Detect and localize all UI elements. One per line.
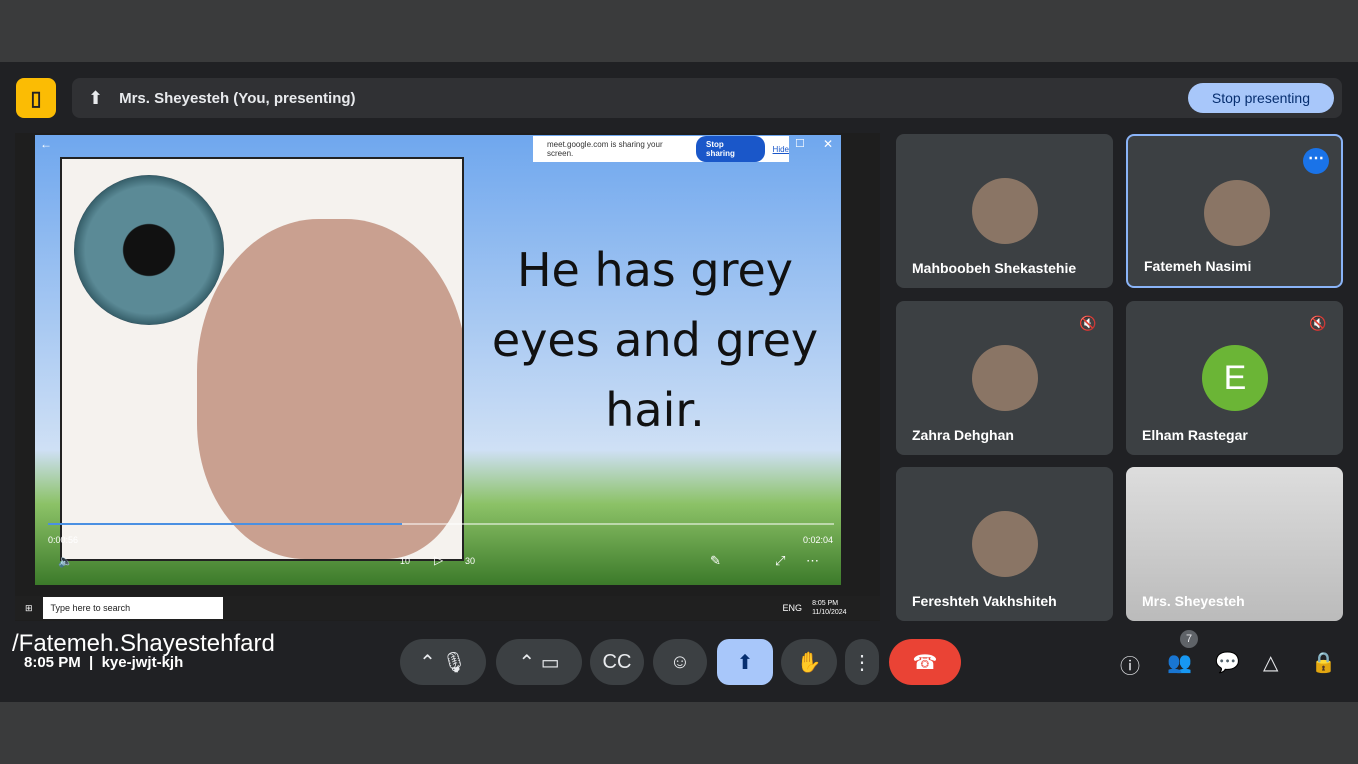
people-count-badge: 7 <box>1180 630 1198 648</box>
raise-hand-button[interactable]: ✋ <box>781 639 837 685</box>
participant-name: Elham Rastegar <box>1142 427 1248 443</box>
avatar: E <box>1202 345 1268 411</box>
leave-call-button[interactable]: ☎ <box>889 639 961 685</box>
captions-button[interactable]: CC <box>590 639 644 685</box>
chat-icon[interactable]: 💬 <box>1215 650 1240 675</box>
clock: 8:05 PM 11/10/2024 <box>812 600 847 616</box>
participant-tile[interactable]: E 🔇 Elham Rastegar <box>1126 301 1343 455</box>
present-screen-icon: ⬆ <box>88 87 104 108</box>
more-options-button[interactable]: ⋮ <box>845 639 879 685</box>
meeting-code: kye-jwjt-kjh <box>101 654 184 671</box>
microphone-button[interactable]: ⌃ 🎙 <box>400 639 486 685</box>
video-seek-bar[interactable] <box>48 523 834 525</box>
slide-illustration <box>60 157 464 561</box>
people-icon[interactable]: 👥 <box>1167 650 1192 675</box>
seek-progress <box>48 523 402 525</box>
camera-button[interactable]: ⌃ ▭ <box>496 639 582 685</box>
old-man-illustration <box>197 219 462 559</box>
taskbar-search[interactable]: Type here to search <box>42 597 223 619</box>
participant-tile[interactable]: Mrs. Sheyesteh <box>1126 467 1343 621</box>
meeting-info: 8:05 PM | kye-jwjt-kjh <box>24 654 184 671</box>
mic-off-icon: 🔇 <box>1079 315 1097 331</box>
close-icon[interactable]: ✕ <box>823 137 833 151</box>
participant-name: Fatemeh Nasimi <box>1144 258 1252 274</box>
stop-sharing-button[interactable]: Stop sharing <box>696 136 765 162</box>
back-arrow-icon[interactable]: ← <box>40 137 52 151</box>
host-controls-icon[interactable]: 🔒 <box>1311 650 1336 675</box>
presenting-bar: ⬆ Mrs. Sheyesteh (You, presenting) Stop … <box>72 78 1342 118</box>
more-options-icon[interactable]: ⋯ <box>1303 148 1329 174</box>
avatar <box>1204 180 1270 246</box>
participant-tile[interactable]: Mahboobeh Shekastehie <box>896 134 1113 288</box>
participant-tile[interactable]: ⋯ Fatemeh Nasimi <box>1126 134 1343 288</box>
slide-text: He has grey eyes and grey hair. <box>491 243 819 437</box>
volume-icon[interactable]: 🔈 <box>58 554 73 568</box>
current-time: 0:00:56 <box>48 535 79 545</box>
participant-name: Zahra Dehghan <box>912 427 1014 443</box>
maximize-icon[interactable]: ☐ <box>795 137 805 150</box>
search-placeholder: Type here to search <box>50 603 131 613</box>
avatar <box>972 511 1038 577</box>
activities-icon[interactable]: △ <box>1263 650 1278 675</box>
share-banner: meet.google.com is sharing your screen. … <box>533 136 789 162</box>
avatar <box>972 178 1038 244</box>
windows-taskbar: ⊞ Type here to search ENG 8:05 PM 11/10/2… <box>15 596 880 620</box>
participant-tile[interactable]: 🔇 Zahra Dehghan <box>896 301 1113 455</box>
meeting-time: 8:05 PM <box>24 654 81 671</box>
participant-name: Mrs. Sheyesteh <box>1142 593 1245 609</box>
info-icon[interactable]: ⓘ <box>1120 650 1140 679</box>
windows-start-icon[interactable]: ⊞ <box>25 603 33 614</box>
play-icon[interactable]: ▷ <box>434 553 443 567</box>
mic-off-icon: 🔇 <box>1309 315 1327 331</box>
share-banner-text: meet.google.com is sharing your screen. <box>547 140 663 158</box>
participant-name: Mahboobeh Shekastehie <box>912 260 1077 276</box>
present-button[interactable]: ⬆ <box>717 639 773 685</box>
presenter-label: Mrs. Sheyesteh (You, presenting) <box>119 89 356 107</box>
pen-icon[interactable]: ✎ <box>710 553 721 569</box>
participant-name: Fereshteh Vakhshiteh <box>912 593 1057 609</box>
eye-illustration <box>74 175 224 325</box>
stop-presenting-button[interactable]: Stop presenting <box>1187 83 1334 113</box>
rewind-button[interactable]: 10 <box>400 556 410 566</box>
participant-tile[interactable]: Fereshteh Vakhshiteh <box>896 467 1113 621</box>
meet-logo: ▯ <box>16 78 56 118</box>
total-time: 0:02:04 <box>803 535 834 545</box>
forward-button[interactable]: 30 <box>465 556 475 566</box>
fullscreen-icon[interactable]: ⤢ <box>775 553 785 569</box>
more-icon[interactable]: ⋯ <box>806 553 819 569</box>
language-indicator: ENG <box>782 603 803 613</box>
hide-link[interactable]: Hide <box>773 145 789 154</box>
emoji-button[interactable]: ☺ <box>653 639 707 685</box>
avatar <box>972 345 1038 411</box>
